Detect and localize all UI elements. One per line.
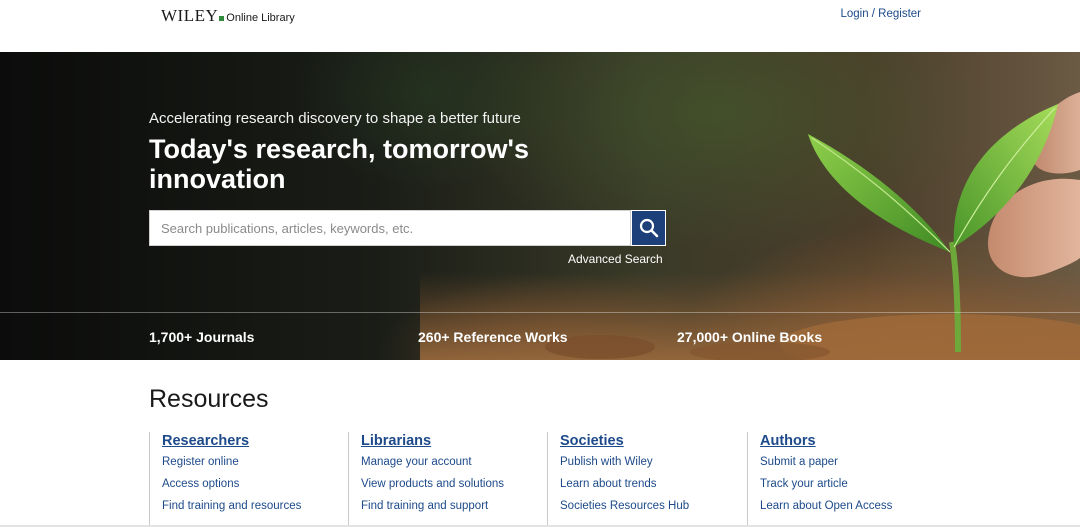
logo-dot-icon	[219, 16, 225, 21]
resource-link[interactable]: Manage your account	[361, 455, 538, 477]
leaf-left-shape	[808, 134, 950, 252]
wiley-online-library-logo[interactable]: WILEY Online Library	[161, 6, 295, 26]
search-bar	[149, 210, 666, 246]
resources-column-researchers: Researchers Register online Access optio…	[149, 432, 339, 527]
stats-divider	[0, 312, 1080, 313]
resources-column-librarians: Librarians Manage your account View prod…	[348, 432, 538, 527]
seedling-hero-image	[420, 92, 1080, 360]
resource-link[interactable]: Publish with Wiley	[560, 455, 737, 477]
login-register-link[interactable]: Login / Register	[840, 8, 921, 20]
resources-column-authors: Authors Submit a paper Track your articl…	[747, 432, 937, 527]
researchers-heading-link[interactable]: Researchers	[162, 433, 339, 449]
stat-online-books[interactable]: 27,000+ Online Books	[677, 329, 822, 345]
resource-link[interactable]: Register online	[162, 455, 339, 477]
resource-link[interactable]: View products and solutions	[361, 477, 538, 499]
logo-brand: WILEY	[161, 6, 219, 25]
search-input[interactable]	[149, 210, 631, 246]
site-header: WILEY Online Library Login / Register	[0, 0, 1080, 52]
resource-link[interactable]: Find training and resources	[162, 499, 339, 521]
search-icon	[639, 218, 658, 238]
resource-link[interactable]: Submit a paper	[760, 455, 937, 477]
hero-tagline: Accelerating research discovery to shape…	[149, 110, 521, 127]
stat-journals[interactable]: 1,700+ Journals	[149, 329, 254, 345]
search-button[interactable]	[631, 210, 666, 246]
resource-link[interactable]: Learn about Open Access	[760, 499, 937, 521]
stat-reference-works[interactable]: 260+ Reference Works	[418, 329, 568, 345]
resource-link[interactable]: Track your article	[760, 477, 937, 499]
resource-link[interactable]: Learn about trends	[560, 477, 737, 499]
authors-heading-link[interactable]: Authors	[760, 433, 937, 449]
resource-link[interactable]: Societies Resources Hub	[560, 499, 737, 521]
advanced-search-link[interactable]: Advanced Search	[568, 252, 663, 266]
societies-heading-link[interactable]: Societies	[560, 433, 737, 449]
resources-column-societies: Societies Publish with Wiley Learn about…	[547, 432, 737, 527]
resources-heading: Resources	[149, 385, 269, 413]
logo-product: Online Library	[226, 12, 295, 24]
hero-banner: Accelerating research discovery to shape…	[0, 52, 1080, 360]
resource-link[interactable]: Access options	[162, 477, 339, 499]
resource-link[interactable]: Find training and support	[361, 499, 538, 521]
hero-headline: Today's research, tomorrow's innovation	[149, 134, 529, 194]
librarians-heading-link[interactable]: Librarians	[361, 433, 538, 449]
